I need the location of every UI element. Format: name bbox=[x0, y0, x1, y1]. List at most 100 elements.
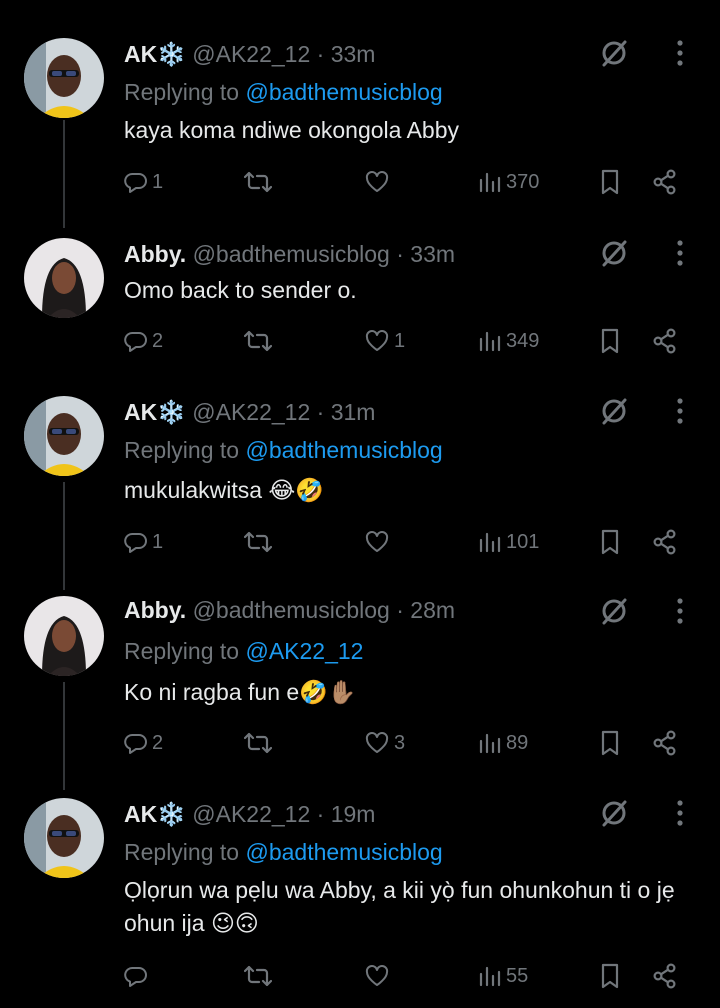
more-icon[interactable] bbox=[676, 797, 684, 829]
retweet-icon bbox=[244, 329, 272, 353]
reply-button[interactable]: 1 bbox=[124, 166, 163, 198]
views-icon bbox=[478, 964, 502, 988]
separator-dot: · bbox=[316, 399, 325, 425]
timestamp[interactable]: 28m bbox=[410, 597, 455, 623]
tweet[interactable]: AK❄️ @AK22_12 · 31m Replying to @badthem… bbox=[0, 380, 720, 580]
mention-link[interactable]: @AK22_12 bbox=[245, 638, 363, 664]
tweet-actions: 2 1 349 bbox=[124, 325, 694, 357]
like-button[interactable] bbox=[364, 960, 394, 992]
share-button[interactable] bbox=[652, 960, 678, 992]
tweet-text: mukulakwitsa 😂🤣 bbox=[124, 477, 324, 503]
share-button[interactable] bbox=[652, 727, 678, 759]
timestamp[interactable]: 31m bbox=[331, 399, 376, 425]
more-icon[interactable] bbox=[676, 395, 684, 427]
views-button[interactable]: 55 bbox=[478, 960, 528, 992]
display-name[interactable]: Abby. bbox=[124, 597, 186, 623]
avatar[interactable] bbox=[24, 596, 104, 676]
like-button[interactable]: 3 bbox=[364, 727, 405, 759]
display-name[interactable]: Abby. bbox=[124, 241, 186, 267]
views-count: 370 bbox=[506, 170, 540, 193]
more-icon[interactable] bbox=[676, 237, 684, 269]
like-count: 1 bbox=[394, 329, 406, 352]
timestamp[interactable]: 33m bbox=[331, 41, 376, 67]
retweet-icon bbox=[244, 731, 272, 755]
like-button[interactable] bbox=[364, 166, 394, 198]
avatar[interactable] bbox=[24, 238, 104, 318]
separator-dot: · bbox=[316, 801, 325, 827]
bookmark-button[interactable] bbox=[600, 727, 620, 759]
more-icon[interactable] bbox=[676, 37, 684, 69]
reply-button[interactable] bbox=[124, 960, 152, 992]
views-count: 89 bbox=[506, 731, 529, 754]
grok-icon[interactable] bbox=[598, 237, 630, 269]
views-button[interactable]: 101 bbox=[478, 526, 539, 558]
mention-link[interactable]: @badthemusicblog bbox=[245, 437, 442, 463]
tweet-text: kaya koma ndiwe okongola Abby bbox=[124, 117, 459, 143]
retweet-icon bbox=[244, 530, 272, 554]
more-icon[interactable] bbox=[676, 595, 684, 627]
reply-button[interactable]: 1 bbox=[124, 526, 163, 558]
replying-to: Replying to @AK22_12 bbox=[124, 637, 363, 665]
tweet[interactable]: AK❄️ @AK22_12 · 33m Replying to @badthem… bbox=[0, 0, 720, 222]
share-icon bbox=[652, 529, 678, 555]
grok-icon[interactable] bbox=[598, 595, 630, 627]
like-button[interactable] bbox=[364, 526, 394, 558]
user-handle[interactable]: @AK22_12 bbox=[192, 801, 310, 827]
avatar[interactable] bbox=[24, 396, 104, 476]
share-button[interactable] bbox=[652, 166, 678, 198]
tweet[interactable]: Abby. @badthemusicblog · 28m Replying to… bbox=[0, 580, 720, 780]
bookmark-icon bbox=[600, 730, 620, 756]
display-name[interactable]: AK❄️ bbox=[124, 399, 186, 425]
retweet-button[interactable] bbox=[244, 526, 276, 558]
views-icon bbox=[478, 731, 502, 755]
display-name[interactable]: AK❄️ bbox=[124, 41, 186, 67]
bookmark-button[interactable] bbox=[600, 166, 620, 198]
retweet-button[interactable] bbox=[244, 325, 276, 357]
views-count: 349 bbox=[506, 329, 540, 352]
like-button[interactable]: 1 bbox=[364, 325, 405, 357]
timestamp[interactable]: 19m bbox=[331, 801, 376, 827]
grok-icon[interactable] bbox=[598, 37, 630, 69]
tweet[interactable]: AK❄️ @AK22_12 · 19m Replying to @badthem… bbox=[0, 780, 720, 1008]
reply-icon bbox=[124, 530, 148, 554]
views-button[interactable]: 370 bbox=[478, 166, 539, 198]
tweet[interactable]: Abby. @badthemusicblog · 33m Omo back to… bbox=[0, 222, 720, 380]
grok-icon[interactable] bbox=[598, 395, 630, 427]
avatar[interactable] bbox=[24, 38, 104, 118]
reply-count: 2 bbox=[152, 731, 164, 754]
views-button[interactable]: 89 bbox=[478, 727, 528, 759]
retweet-button[interactable] bbox=[244, 166, 276, 198]
like-icon bbox=[364, 530, 390, 554]
user-handle[interactable]: @badthemusicblog bbox=[193, 597, 390, 623]
tweet-text: Ko ni ragba fun e🤣✋🏽 bbox=[124, 679, 357, 705]
views-button[interactable]: 349 bbox=[478, 325, 539, 357]
mention-link[interactable]: @badthemusicblog bbox=[245, 839, 442, 865]
retweet-button[interactable] bbox=[244, 960, 276, 992]
separator-dot: · bbox=[316, 41, 325, 67]
tweet-header: Abby. @badthemusicblog · 33m bbox=[124, 240, 455, 268]
share-button[interactable] bbox=[652, 325, 678, 357]
replying-to: Replying to @badthemusicblog bbox=[124, 78, 443, 106]
user-handle[interactable]: @AK22_12 bbox=[192, 41, 310, 67]
grok-icon[interactable] bbox=[598, 797, 630, 829]
reply-icon bbox=[124, 731, 148, 755]
views-count: 55 bbox=[506, 964, 529, 987]
user-handle[interactable]: @AK22_12 bbox=[192, 399, 310, 425]
bookmark-button[interactable] bbox=[600, 526, 620, 558]
replying-to-label: Replying to bbox=[124, 839, 240, 865]
avatar[interactable] bbox=[24, 798, 104, 878]
display-name[interactable]: AK❄️ bbox=[124, 801, 186, 827]
user-handle[interactable]: @badthemusicblog bbox=[193, 241, 390, 267]
replying-to-label: Replying to bbox=[124, 638, 240, 664]
tweet-header: Abby. @badthemusicblog · 28m bbox=[124, 596, 455, 624]
reply-icon bbox=[124, 964, 148, 988]
reply-button[interactable]: 2 bbox=[124, 325, 163, 357]
timestamp[interactable]: 33m bbox=[410, 241, 455, 267]
reply-button[interactable]: 2 bbox=[124, 727, 163, 759]
bookmark-button[interactable] bbox=[600, 325, 620, 357]
bookmark-button[interactable] bbox=[600, 960, 620, 992]
mention-link[interactable]: @badthemusicblog bbox=[245, 79, 442, 105]
retweet-button[interactable] bbox=[244, 727, 276, 759]
share-button[interactable] bbox=[652, 526, 678, 558]
tweet-actions: 1 370 bbox=[124, 166, 694, 198]
